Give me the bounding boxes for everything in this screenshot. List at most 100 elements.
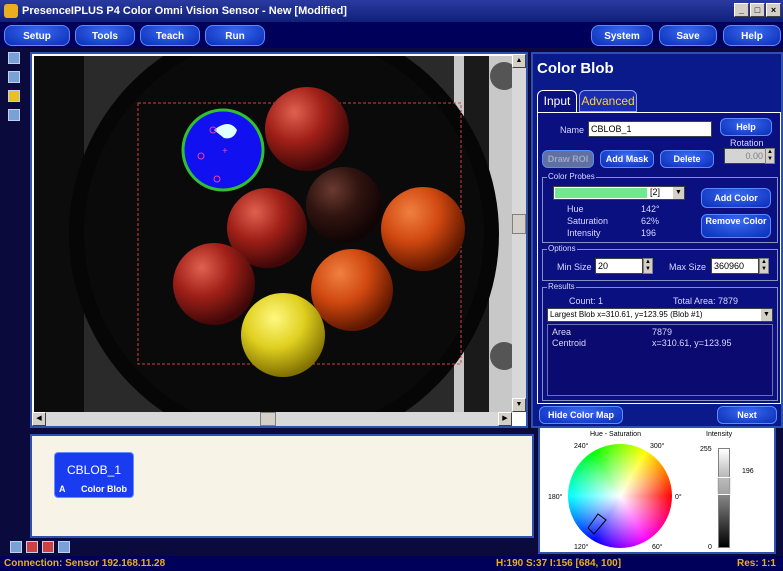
hue-saturation-title: Hue - Saturation	[590, 431, 641, 438]
max-size-label: Max Size	[669, 262, 707, 272]
add-color-button[interactable]: Add Color	[701, 188, 771, 208]
max-size-spinner[interactable]: ▲ ▼	[759, 258, 769, 274]
help-panel-button[interactable]: Help	[720, 118, 772, 136]
rotation-spinner[interactable]: ▲ ▼	[765, 148, 775, 164]
scroll-right-arrow[interactable]: ▶	[498, 412, 512, 426]
remove-color-button[interactable]: Remove Color	[701, 214, 771, 238]
scroll-left-arrow[interactable]: ◀	[32, 412, 46, 426]
delete-button[interactable]: Delete	[660, 150, 714, 168]
results-title: Results	[547, 282, 576, 291]
chevron-down-icon[interactable]: ▼	[761, 309, 772, 321]
tool-icon[interactable]	[10, 541, 22, 553]
setup-button[interactable]: Setup	[4, 25, 70, 46]
hue-120-label: 120°	[574, 544, 589, 551]
connection-status: Connection: Sensor 192.168.11.28	[4, 558, 166, 569]
min-size-field[interactable]: 20	[595, 258, 643, 274]
name-field[interactable]: CBLOB_1	[588, 121, 712, 137]
hue-value: 142°	[641, 204, 660, 214]
horizontal-scrollbar[interactable]: ◀ ▶	[32, 412, 512, 426]
chevron-down-icon[interactable]: ▼	[673, 187, 684, 199]
settings-icon[interactable]	[8, 109, 20, 121]
intensity-value: 196	[641, 228, 657, 238]
color-probes-title: Color Probes	[547, 172, 596, 181]
area-label: Area	[552, 327, 572, 337]
teach-button[interactable]: Teach	[140, 25, 200, 46]
intensity-slider[interactable]	[716, 448, 732, 548]
close-button[interactable]: ×	[766, 3, 781, 17]
system-button[interactable]: System	[591, 25, 653, 46]
resolution-status: Res: 1:1	[737, 558, 776, 569]
menu-bar: Setup Tools Teach Run System Save Help	[0, 22, 783, 48]
total-area-value: Total Area: 7879	[673, 296, 739, 306]
run-button[interactable]: Run	[205, 25, 265, 46]
grid-icon[interactable]	[8, 71, 20, 83]
left-toolbar	[8, 52, 22, 128]
probe-select[interactable]: [2] ▼	[553, 186, 685, 200]
camera-image[interactable]: +	[34, 56, 512, 412]
help-button[interactable]: Help	[723, 25, 781, 46]
delete-icon[interactable]	[26, 541, 38, 553]
hue-0-label: 0°	[675, 494, 682, 501]
tool-chip-cblob[interactable]: CBLOB_1 A Color Blob	[54, 452, 134, 498]
saturation-value: 62%	[641, 216, 660, 226]
pixel-readout: H:190 S:37 I:156 [684, 100]	[496, 558, 622, 569]
hue-label: Hue	[567, 204, 584, 214]
draw-roi-button[interactable]: Draw ROI	[542, 150, 594, 168]
intensity-max-label: 255	[700, 446, 712, 453]
app-icon	[4, 4, 18, 18]
hue-180-label: 180°	[548, 494, 563, 501]
centroid-label: Centroid	[552, 338, 587, 348]
svg-text:+: +	[222, 146, 228, 157]
scroll-thumb-horizontal[interactable]	[260, 412, 276, 426]
camera-icon[interactable]	[58, 541, 70, 553]
minimize-button[interactable]: _	[734, 3, 749, 17]
intensity-min-label: 0	[708, 544, 712, 551]
tool-properties-panel: Color Blob Input Advanced Name CBLOB_1 H…	[531, 52, 783, 428]
centroid-value: x=310.61, y=123.95	[652, 338, 732, 348]
title-bar: PresenceIPLUS P4 Color Omni Vision Senso…	[0, 0, 783, 22]
scroll-down-arrow[interactable]: ▼	[512, 398, 526, 412]
scroll-thumb-vertical[interactable]	[512, 214, 526, 234]
tab-advanced[interactable]: Advanced	[579, 90, 637, 112]
image-panel: + ▲ ▼ ◀ ▶	[30, 52, 528, 428]
add-mask-button[interactable]: Add Mask	[600, 150, 654, 168]
annotation-icon[interactable]	[8, 90, 20, 102]
bottom-toolbar	[10, 541, 70, 553]
intensity-title: Intensity	[706, 431, 733, 438]
blob-select[interactable]: Largest Blob x=310.61, y=123.95 (Blob #1…	[547, 308, 773, 322]
window-title: PresenceIPLUS P4 Color Omni Vision Senso…	[22, 5, 347, 17]
save-button[interactable]: Save	[659, 25, 717, 46]
intensity-handle[interactable]	[716, 477, 732, 495]
color-map-panel: Hue - Saturation Intensity 240° 300° 180…	[538, 426, 776, 554]
tool-chip-type: Color Blob	[81, 484, 127, 494]
probe-color-swatch	[555, 188, 647, 198]
intensity-current-label: 196	[742, 468, 754, 475]
maximize-button[interactable]: □	[750, 3, 765, 17]
min-size-spinner[interactable]: ▲ ▼	[643, 258, 653, 274]
next-button[interactable]: Next	[717, 406, 777, 424]
results-group: Results Count: 1 Total Area: 7879 Larges…	[542, 282, 778, 401]
options-group: Options Min Size 20 ▲ ▼ Max Size 360960 ▲…	[542, 244, 778, 281]
status-bar: Connection: Sensor 192.168.11.28 H:190 S…	[0, 556, 783, 571]
min-size-label: Min Size	[557, 262, 592, 272]
area-value: 7879	[652, 327, 673, 337]
tools-button[interactable]: Tools	[75, 25, 135, 46]
probe-index: [2]	[650, 187, 661, 197]
probe-range-marker	[587, 513, 607, 535]
options-title: Options	[547, 244, 577, 253]
rotation-label: Rotation	[730, 138, 764, 148]
tool-chip-name: CBLOB_1	[67, 463, 122, 477]
max-size-field[interactable]: 360960	[711, 258, 759, 274]
window-controls: _ □ ×	[734, 3, 781, 17]
vertical-scrollbar[interactable]: ▲ ▼	[512, 54, 526, 412]
hue-saturation-wheel[interactable]	[568, 444, 672, 548]
tool-chip-letter: A	[59, 484, 66, 494]
hide-color-map-button[interactable]: Hide Color Map	[539, 406, 623, 424]
cut-icon[interactable]	[42, 541, 54, 553]
tab-input[interactable]: Input	[537, 90, 577, 112]
hue-60-label: 60°	[652, 544, 663, 551]
view-icon[interactable]	[8, 52, 20, 64]
blob-select-value: Largest Blob x=310.61, y=123.95 (Blob #1…	[550, 310, 703, 319]
scroll-up-arrow[interactable]: ▲	[512, 54, 526, 68]
rotation-field[interactable]: 0.00	[724, 148, 766, 164]
